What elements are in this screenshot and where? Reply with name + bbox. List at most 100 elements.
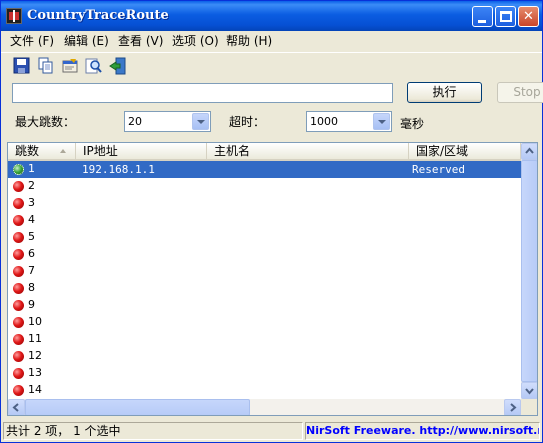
status-fail-icon <box>13 385 24 396</box>
max-hops-select[interactable]: 20 <box>124 111 211 132</box>
exit-icon <box>109 57 126 75</box>
table-row[interactable]: 8 <box>8 280 521 297</box>
chevron-right-icon <box>510 403 517 412</box>
exit-button[interactable] <box>109 57 127 75</box>
copy-icon <box>38 57 53 74</box>
col-header-hop[interactable]: 跳数 <box>8 143 76 161</box>
chevron-left-icon <box>12 403 19 412</box>
maximize-button[interactable] <box>495 6 516 27</box>
chevron-down-icon <box>525 388 534 395</box>
scroll-up-button[interactable] <box>521 143 537 160</box>
status-fail-icon <box>13 317 24 328</box>
hop-list[interactable]: 跳数 IP地址 主机名 国家/区域 1 192.168.1.1 Reserved 2 3… <box>7 142 538 416</box>
hop-number: 14 <box>28 383 42 396</box>
status-summary: 共计 2 项， 1 个选中 <box>3 422 303 440</box>
close-icon: ✕ <box>523 9 534 24</box>
vertical-scroll-thumb[interactable] <box>521 160 537 382</box>
table-row[interactable]: 3 <box>8 195 521 212</box>
table-row[interactable]: 7 <box>8 263 521 280</box>
main-window: CountryTraceRoute ✕ 文件 (F) 编辑 (E) 查看 (V)… <box>0 0 543 443</box>
find-icon <box>85 58 102 74</box>
col-hop-label: 跳数 <box>15 144 40 158</box>
scroll-down-button[interactable] <box>521 382 537 399</box>
horizontal-scrollbar[interactable] <box>8 399 521 415</box>
hop-number: 11 <box>28 332 42 345</box>
copy-button[interactable] <box>37 57 55 75</box>
properties-button[interactable] <box>61 57 79 75</box>
minimize-button[interactable] <box>472 6 493 27</box>
table-row[interactable]: 12 <box>8 348 521 365</box>
table-row[interactable]: 9 <box>8 297 521 314</box>
scroll-corner <box>521 399 537 415</box>
chevron-down-icon[interactable] <box>192 113 209 130</box>
target-input[interactable] <box>12 83 393 103</box>
menu-bar: 文件 (F) 编辑 (E) 查看 (V) 选项 (O) 帮助 (H) <box>1 31 542 51</box>
title-bar[interactable]: CountryTraceRoute ✕ <box>1 1 542 31</box>
table-row[interactable]: 11 <box>8 331 521 348</box>
stop-button[interactable]: Stop <box>497 82 543 103</box>
status-fail-icon <box>13 232 24 243</box>
window-title: CountryTraceRoute <box>27 8 169 23</box>
status-fail-icon <box>13 351 24 362</box>
hop-number: 13 <box>28 366 42 379</box>
table-row[interactable]: 4 <box>8 212 521 229</box>
ip-address: 192.168.1.1 <box>82 163 155 176</box>
status-fail-icon <box>13 368 24 379</box>
table-row[interactable]: 6 <box>8 246 521 263</box>
col-header-country[interactable]: 国家/区域 <box>409 143 521 161</box>
status-fail-icon <box>13 198 24 209</box>
close-button[interactable]: ✕ <box>518 6 539 27</box>
chevron-down-icon[interactable] <box>373 113 390 130</box>
properties-icon <box>62 59 78 73</box>
status-fail-icon <box>13 249 24 260</box>
table-row[interactable]: 14 <box>8 382 521 399</box>
status-fail-icon <box>13 266 24 277</box>
scroll-left-button[interactable] <box>8 399 25 415</box>
menu-file[interactable]: 文件 (F) <box>10 33 54 49</box>
hop-number: 8 <box>28 281 35 294</box>
chevron-up-icon <box>525 147 534 154</box>
find-button[interactable] <box>85 57 103 75</box>
maximize-icon <box>500 11 512 22</box>
col-header-hostname[interactable]: 主机名 <box>207 143 409 161</box>
max-hops-label: 最大跳数： <box>15 115 76 129</box>
table-row[interactable]: 5 <box>8 229 521 246</box>
menu-options[interactable]: 选项 (O) <box>172 33 219 49</box>
menu-edit[interactable]: 编辑 (E) <box>64 33 109 49</box>
save-icon <box>13 57 30 74</box>
status-ok-icon <box>13 164 24 175</box>
col-header-ip[interactable]: IP地址 <box>76 143 207 161</box>
table-row[interactable]: 1 192.168.1.1 Reserved <box>8 161 521 178</box>
hop-number: 1 <box>28 162 35 175</box>
save-button[interactable] <box>13 57 31 75</box>
execute-button[interactable]: 执行 <box>407 82 482 103</box>
vertical-scrollbar[interactable] <box>521 143 537 399</box>
menu-help[interactable]: 帮助 (H) <box>226 33 272 49</box>
list-header: 跳数 IP地址 主机名 国家/区域 <box>8 143 521 161</box>
status-fail-icon <box>13 215 24 226</box>
toolbar <box>1 52 542 78</box>
table-row[interactable]: 10 <box>8 314 521 331</box>
timeout-select[interactable]: 1000 <box>306 111 392 132</box>
scroll-right-button[interactable] <box>504 399 521 415</box>
nirsoft-link[interactable]: NirSoft Freeware. http://www.nirsoft.net <box>305 422 540 440</box>
status-fail-icon <box>13 334 24 345</box>
menu-view[interactable]: 查看 (V) <box>118 33 163 49</box>
sort-ascending-icon <box>60 149 66 153</box>
timeout-label: 超时： <box>229 115 266 129</box>
app-icon <box>6 8 22 24</box>
table-row[interactable]: 13 <box>8 365 521 382</box>
hop-number: 6 <box>28 247 35 260</box>
status-fail-icon <box>13 300 24 311</box>
hop-number: 5 <box>28 230 35 243</box>
status-bar: 共计 2 项， 1 个选中 NirSoft Freeware. http://w… <box>1 420 542 442</box>
hop-number: 2 <box>28 179 35 192</box>
timeout-value: 1000 <box>310 115 338 128</box>
hop-number: 3 <box>28 196 35 209</box>
table-row[interactable]: 2 <box>8 178 521 195</box>
horizontal-scroll-thumb[interactable] <box>25 399 250 415</box>
minimize-icon <box>478 20 486 23</box>
status-fail-icon <box>13 181 24 192</box>
hop-number: 10 <box>28 315 42 328</box>
max-hops-value: 20 <box>128 115 142 128</box>
